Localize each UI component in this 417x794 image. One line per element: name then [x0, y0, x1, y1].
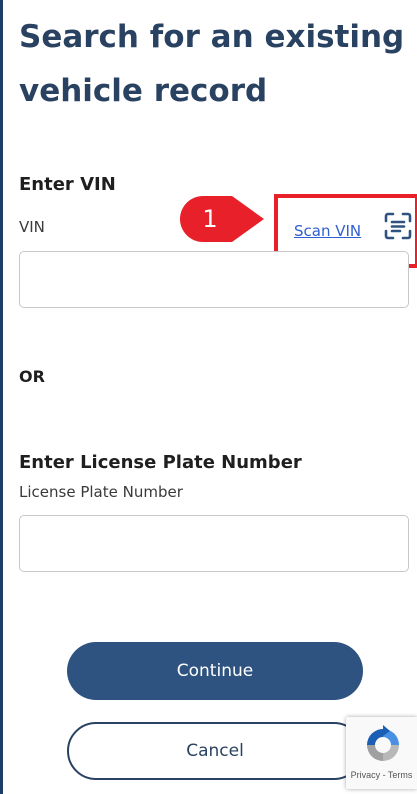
annotation-step-number: 1 [202, 205, 218, 233]
vin-label: VIN [19, 218, 45, 236]
cancel-button[interactable]: Cancel [67, 722, 363, 780]
continue-button[interactable]: Continue [67, 642, 363, 700]
license-plate-label: License Plate Number [19, 483, 183, 501]
page-border [0, 0, 3, 794]
recaptcha-privacy-terms[interactable]: Privacy - Terms [346, 770, 417, 780]
vin-heading: Enter VIN [19, 174, 116, 195]
recaptcha-icon [367, 725, 399, 761]
or-divider-text: OR [19, 367, 45, 386]
scan-vin-link[interactable]: Scan VIN [294, 222, 361, 240]
license-plate-heading: Enter License Plate Number [19, 452, 302, 473]
license-plate-input[interactable] [19, 515, 409, 572]
page-title: Search for an existing vehicle record [19, 19, 405, 109]
vin-input[interactable] [19, 251, 409, 308]
scan-document-icon[interactable] [384, 212, 412, 240]
recaptcha-badge[interactable]: Privacy - Terms [346, 717, 417, 789]
